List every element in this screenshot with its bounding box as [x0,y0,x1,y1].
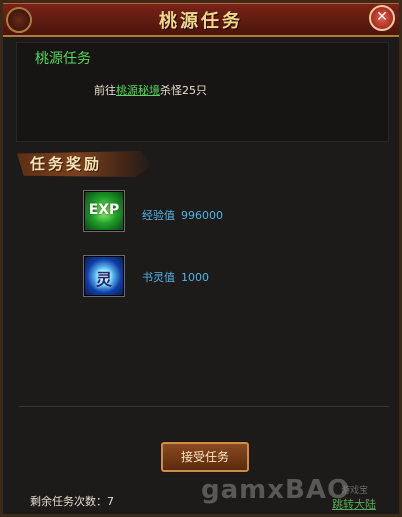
remaining-label: 剩余任务次数： [30,495,107,508]
reward-exp-label: 经验值 [142,209,175,222]
reward-exp: 经验值 996000 [142,207,223,223]
accept-quest-button[interactable]: 接受任务 [161,442,249,472]
title-bar: 桃源任务 ✕ [3,3,399,37]
exp-icon-label: EXP [88,202,120,218]
reward-spirit-value: 1000 [181,271,209,284]
watermark-logo: gamxBAO [201,475,351,505]
rewards-header: 任务奖励 [30,155,103,173]
quest-window: 桃源任务 ✕ 桃源任务 前往桃源秘境杀怪25只 任务奖励 EXP 经验值 9960… [0,0,402,517]
reward-spirit: 书灵值 1000 [142,269,209,285]
remaining-value: 7 [107,495,114,508]
task-location-link[interactable]: 桃源秘境 [116,84,160,97]
window-title: 桃源任务 [159,11,243,32]
spirit-icon[interactable]: 灵 [83,255,125,297]
close-icon: ✕ [376,9,388,25]
task-desc-suffix: 杀怪25只 [160,84,207,97]
reward-exp-value: 996000 [181,209,223,222]
spirit-icon-label: 灵 [95,270,112,289]
reward-spirit-label: 书灵值 [142,271,175,284]
task-description: 前往桃源秘境杀怪25只 [94,82,207,98]
task-panel: 桃源任务 前往桃源秘境杀怪25只 [16,42,389,142]
watermark-small-text: 游戏宝 [341,486,369,496]
section-divider [19,406,389,407]
task-name: 桃源任务 [35,51,91,67]
remaining-count: 剩余任务次数：7 [30,493,114,509]
watermark-link: 跳转大陆 [332,498,376,511]
task-desc-prefix: 前往 [94,84,116,97]
close-button[interactable]: ✕ [369,5,395,31]
exp-icon[interactable]: EXP [83,190,125,232]
